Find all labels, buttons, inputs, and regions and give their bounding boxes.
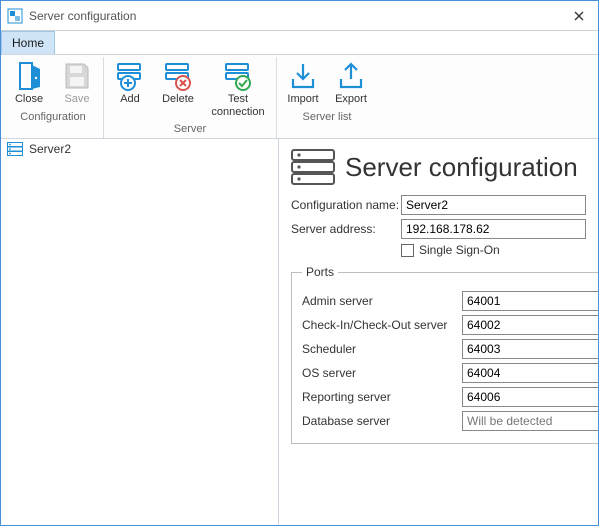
app-icon bbox=[7, 8, 23, 24]
tabstrip: Home bbox=[1, 31, 598, 54]
ribbon-group-server: Add Delete bbox=[104, 57, 277, 138]
ribbon-group-configuration: Close Save Configuration bbox=[3, 57, 104, 138]
export-button[interactable]: Export bbox=[331, 59, 371, 108]
server-address-label: Server address: bbox=[291, 222, 401, 236]
ribbon: Close Save Configuration bbox=[1, 54, 598, 139]
os-port-label: OS server bbox=[302, 366, 462, 380]
reporting-port-label: Reporting server bbox=[302, 390, 462, 404]
content: Server2 Server configuration Configurati… bbox=[1, 139, 598, 525]
close-label: Close bbox=[15, 93, 43, 106]
save-icon bbox=[63, 61, 91, 91]
export-icon bbox=[337, 61, 365, 91]
server-delete-icon bbox=[163, 61, 193, 91]
ports-fieldset: Ports Admin server ▲ ▼ Check-In/Check-Ou… bbox=[291, 265, 598, 444]
server-test-icon bbox=[223, 61, 253, 91]
ribbon-group-label-server: Server bbox=[174, 122, 206, 136]
delete-label: Delete bbox=[162, 93, 194, 106]
scheduler-port-input[interactable] bbox=[462, 339, 598, 359]
sidebar-item-server[interactable]: Server2 bbox=[1, 139, 278, 159]
config-name-input[interactable] bbox=[401, 195, 586, 215]
export-label: Export bbox=[335, 93, 367, 106]
reporting-port-input[interactable] bbox=[462, 387, 598, 407]
close-button[interactable]: Close bbox=[9, 59, 49, 108]
import-icon bbox=[289, 61, 317, 91]
sidebar-item-label: Server2 bbox=[29, 142, 71, 156]
database-port-input bbox=[462, 411, 598, 431]
save-button: Save bbox=[57, 59, 97, 108]
cico-port-label: Check-In/Check-Out server bbox=[302, 318, 462, 332]
server-icon bbox=[7, 142, 23, 156]
sso-label: Single Sign-On bbox=[419, 243, 500, 257]
admin-port-label: Admin server bbox=[302, 294, 462, 308]
main-panel: Server configuration Configuration name:… bbox=[279, 139, 598, 525]
titlebar: Server configuration bbox=[1, 1, 598, 31]
scheduler-port-label: Scheduler bbox=[302, 342, 462, 356]
server-add-icon bbox=[115, 61, 145, 91]
add-label: Add bbox=[120, 93, 140, 106]
add-button[interactable]: Add bbox=[110, 59, 150, 120]
os-port-input[interactable] bbox=[462, 363, 598, 383]
tab-home[interactable]: Home bbox=[1, 31, 55, 54]
sso-checkbox[interactable] bbox=[401, 244, 414, 257]
window-close-button[interactable] bbox=[566, 11, 592, 21]
window-title: Server configuration bbox=[29, 9, 566, 23]
server-large-icon bbox=[291, 149, 335, 185]
config-name-label: Configuration name: bbox=[291, 198, 401, 212]
delete-button[interactable]: Delete bbox=[158, 59, 198, 120]
page-title: Server configuration bbox=[345, 152, 578, 183]
cico-port-input[interactable] bbox=[462, 315, 598, 335]
ribbon-group-label-configuration: Configuration bbox=[20, 110, 85, 124]
test-connection-button[interactable]: Test connection bbox=[206, 59, 270, 120]
import-button[interactable]: Import bbox=[283, 59, 323, 108]
server-address-input[interactable] bbox=[401, 219, 586, 239]
save-label: Save bbox=[64, 93, 89, 106]
ribbon-group-serverlist: Import Export Server list bbox=[277, 57, 377, 138]
test-label: Test connection bbox=[206, 93, 270, 118]
database-port-label: Database server bbox=[302, 414, 462, 428]
ports-legend: Ports bbox=[302, 265, 338, 279]
import-label: Import bbox=[287, 93, 318, 106]
sidebar: Server2 bbox=[1, 139, 279, 525]
door-exit-icon bbox=[16, 61, 42, 91]
ribbon-group-label-serverlist: Server list bbox=[303, 110, 352, 124]
admin-port-input[interactable] bbox=[462, 291, 598, 311]
